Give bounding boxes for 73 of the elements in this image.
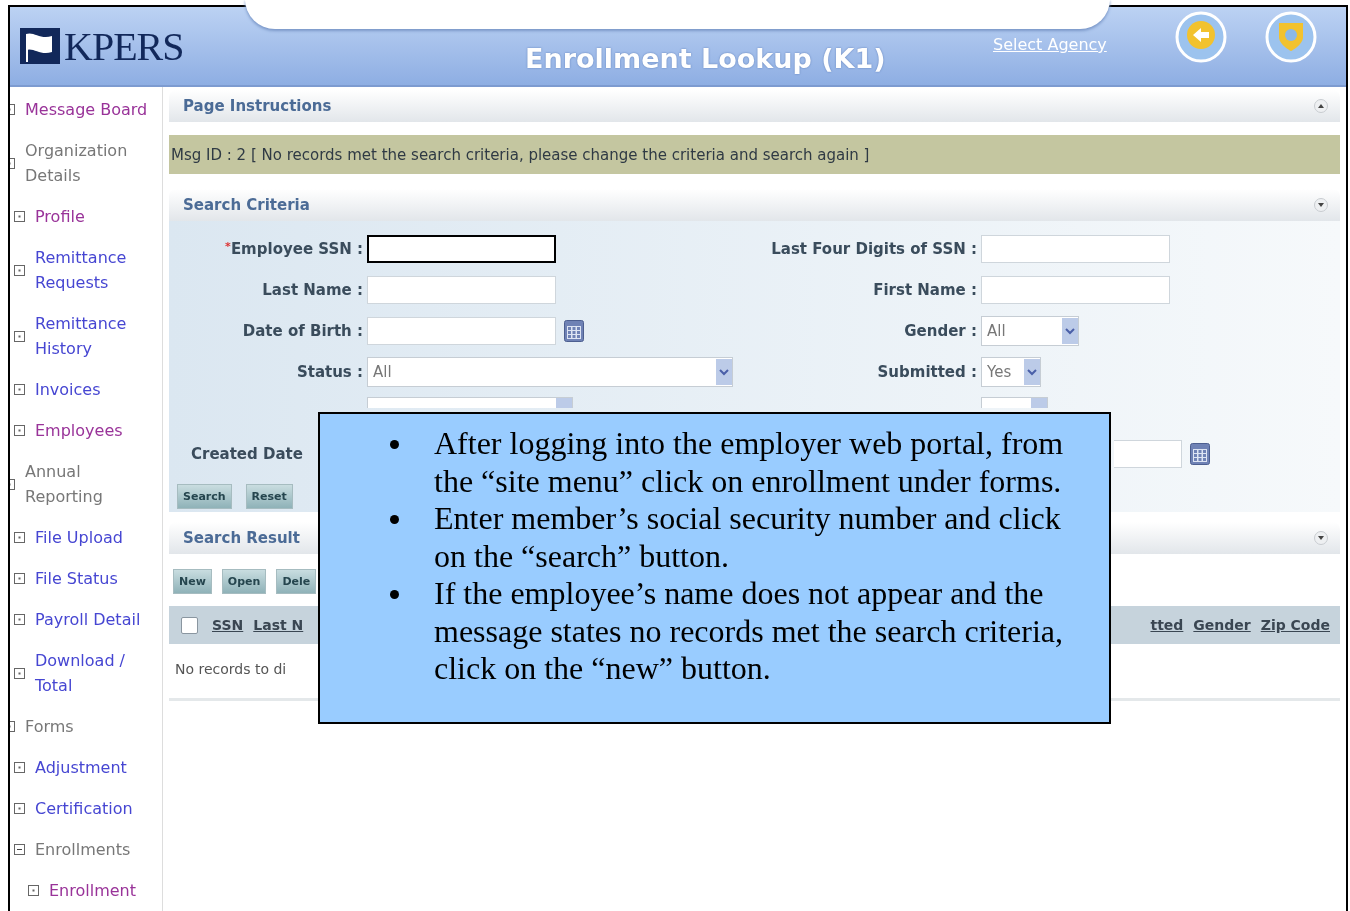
square-icon[interactable] — [14, 425, 25, 436]
square-icon[interactable] — [14, 803, 25, 814]
field-label: Last Four Digits of SSN : — [770, 239, 978, 258]
nav-link[interactable]: Adjustment — [35, 755, 127, 780]
field-label: First Name : — [872, 280, 978, 299]
square-icon[interactable] — [14, 614, 25, 625]
square-icon[interactable] — [14, 264, 25, 276]
panel-title: Search Criteria — [183, 196, 310, 214]
instruction-text: After logging into the employer web portal, from the “site menu” click on enrollment under forms. — [434, 425, 1065, 500]
column-header[interactable]: Zip Code — [1260, 617, 1330, 633]
nav-link[interactable]: File Status — [35, 566, 118, 591]
message-bar: Msg ID : 2 [ No records met the search criteria, please change the criteria and search again ] — [169, 135, 1340, 174]
field-label: Date of Birth : — [241, 321, 364, 340]
nav-link[interactable]: Profile — [35, 204, 85, 229]
date-field[interactable] — [1114, 439, 1182, 468]
minus-box-icon[interactable] — [14, 844, 25, 855]
square-icon[interactable] — [14, 762, 25, 773]
field-label: Status : — [295, 362, 364, 381]
dropdown[interactable]: All — [981, 315, 1079, 346]
bullet-icon — [390, 515, 399, 524]
nav-link[interactable]: Invoices — [35, 377, 101, 402]
toolbar-button[interactable]: Open — [221, 569, 267, 594]
square-icon[interactable] — [14, 211, 25, 222]
toolbar-button[interactable]: Dele — [276, 569, 317, 594]
toolbar-button[interactable]: New — [173, 569, 212, 594]
nav-link[interactable]: Annual Reporting — [25, 459, 160, 509]
column-header[interactable]: tted — [1150, 617, 1184, 633]
bullet-icon — [390, 590, 399, 599]
square-icon[interactable] — [14, 330, 25, 342]
checkbox[interactable] — [181, 616, 198, 634]
square-icon[interactable] — [14, 573, 25, 584]
square-icon[interactable] — [14, 667, 25, 679]
bullet-icon — [390, 440, 399, 449]
calendar-icon[interactable] — [564, 319, 584, 342]
calendar-icon[interactable] — [1190, 442, 1210, 465]
field-label: Submitted : — [876, 362, 978, 381]
dropdown[interactable]: Yes — [981, 356, 1041, 387]
column-header[interactable]: SSN — [212, 617, 244, 633]
nav-link[interactable]: Download / Total — [35, 648, 160, 698]
text-field[interactable] — [367, 234, 556, 263]
nav-link[interactable]: Enrollments — [35, 837, 131, 862]
field-label: Last Name : — [261, 280, 364, 299]
column-header[interactable]: Last N — [253, 617, 304, 633]
square-icon[interactable] — [14, 532, 25, 543]
collapse-icon[interactable] — [1314, 99, 1328, 113]
nav-link[interactable]: Certification — [35, 796, 133, 821]
date-field[interactable] — [367, 316, 556, 345]
nav-link[interactable]: Payroll Detail — [35, 607, 141, 632]
nav-link[interactable]: Organization Details — [25, 138, 160, 188]
nav-link[interactable]: Forms — [25, 714, 74, 739]
instruction-text: Enter member’s social security number and click on the “search” button. — [434, 500, 1062, 575]
expand-icon[interactable] — [1314, 531, 1328, 545]
nav-link[interactable]: Enrollment — [49, 878, 136, 903]
nav-link[interactable]: Remittance Requests — [35, 245, 160, 295]
expand-icon[interactable] — [1314, 198, 1328, 212]
nav-link[interactable]: Employees — [35, 418, 123, 443]
square-icon[interactable] — [28, 885, 39, 896]
nav-link[interactable]: Message Board — [25, 97, 148, 122]
form-button[interactable]: Search — [177, 484, 232, 509]
column-header[interactable]: Gender — [1193, 617, 1251, 633]
nav-link[interactable]: File Upload — [35, 525, 123, 550]
panel-title: Page Instructions — [183, 97, 332, 115]
field-label: Created Date — [190, 444, 304, 463]
panel-title: Search Result — [183, 529, 300, 547]
flag-logo-icon — [18, 26, 62, 66]
nav-link[interactable]: Remittance History — [35, 311, 160, 361]
dropdown[interactable]: All — [367, 356, 733, 387]
logo-text: KPERS — [64, 22, 184, 70]
field-label: *Employee SSN : — [224, 239, 364, 258]
square-icon[interactable] — [14, 384, 25, 395]
form-button[interactable]: Reset — [245, 484, 293, 509]
field-label: Gender : — [903, 321, 978, 340]
page-title: Enrollment Lookup (K1) — [525, 43, 886, 74]
